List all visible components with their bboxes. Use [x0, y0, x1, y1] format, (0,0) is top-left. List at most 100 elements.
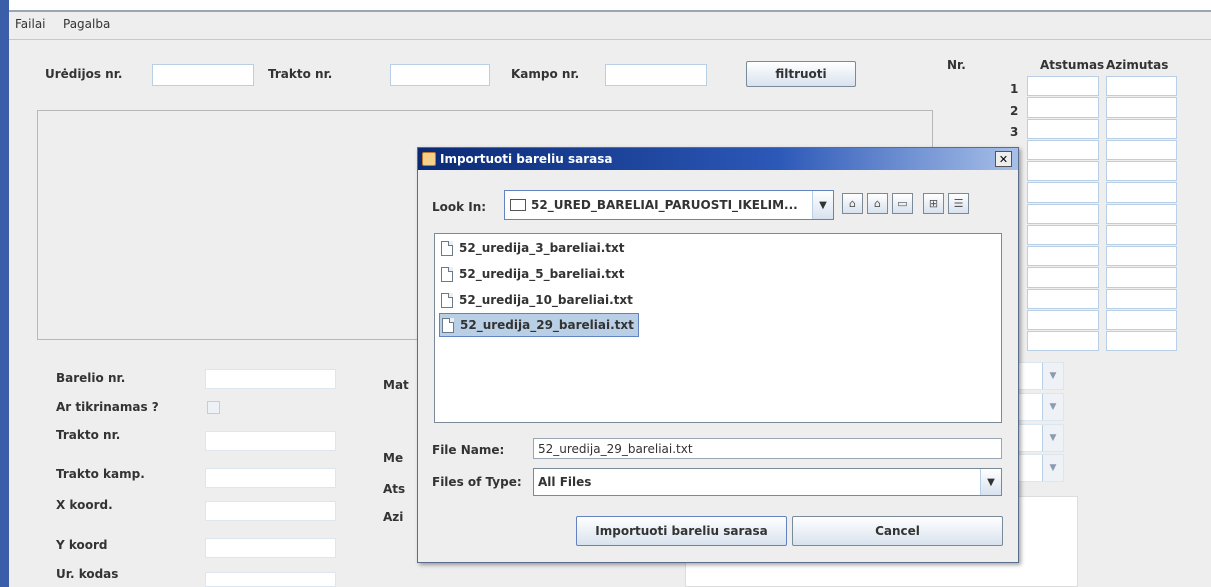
chevron-down-icon[interactable]: ▼ — [812, 191, 833, 219]
atstumas-cell[interactable] — [1027, 203, 1099, 224]
mid-label-azi: Azi — [383, 510, 404, 524]
azimutas-cell[interactable] — [1106, 267, 1177, 288]
atstumas-cell[interactable] — [1027, 288, 1099, 309]
atstumas-cell[interactable] — [1027, 224, 1099, 245]
menu-item-pagalba[interactable]: Pagalba — [63, 17, 110, 31]
file-item[interactable]: 52_uredija_10_bareliai.txt — [439, 288, 637, 312]
row-number-2: 2 — [1010, 104, 1019, 118]
chevron-down-icon[interactable]: ▼ — [1042, 425, 1063, 451]
atstumas-cell[interactable] — [1027, 161, 1099, 182]
file-name-label: File Name: — [432, 443, 505, 457]
x-coord-label: X koord. — [56, 498, 113, 512]
dialog-title-bar[interactable]: Importuoti bareliu sarasa ✕ — [418, 148, 1018, 170]
file-list[interactable]: 52_uredija_3_bareliai.txt 52_uredija_5_b… — [434, 233, 1002, 423]
tikrinamas-checkbox[interactable] — [207, 401, 220, 414]
import-dialog: Importuoti bareliu sarasa ✕ Look In: 52_… — [417, 147, 1019, 563]
trakto-filter-label: Trakto nr. — [268, 67, 333, 81]
atstumas-cell[interactable] — [1027, 246, 1099, 267]
chevron-down-icon[interactable]: ▼ — [1042, 455, 1063, 481]
row-number-1: 1 — [1010, 82, 1019, 96]
import-button[interactable]: Importuoti bareliu sarasa — [576, 516, 787, 546]
azimutas-cell[interactable] — [1106, 161, 1177, 182]
files-of-type-value: All Files — [538, 475, 592, 489]
azimutas-header: Azimutas — [1106, 58, 1169, 72]
azimutas-column — [1106, 76, 1177, 352]
atstumas-cell[interactable] — [1027, 331, 1099, 352]
atstumas-cell[interactable] — [1027, 267, 1099, 288]
x-coord-input[interactable] — [205, 501, 336, 521]
file-name: 52_uredija_29_bareliai.txt — [460, 318, 634, 332]
atstumas-cell[interactable] — [1027, 309, 1099, 330]
mid-label-ats: Ats — [383, 482, 406, 496]
new-folder-icon[interactable]: ▭ — [892, 193, 913, 214]
list-view-icon[interactable]: ⊞ — [923, 193, 944, 214]
cancel-button[interactable]: Cancel — [792, 516, 1003, 546]
azimutas-cell[interactable] — [1106, 224, 1177, 245]
uredija-input[interactable] — [152, 64, 254, 86]
ur-kodas-input[interactable] — [205, 572, 336, 587]
atstumas-cell[interactable] — [1027, 118, 1099, 139]
file-item-selected[interactable]: 52_uredija_29_bareliai.txt — [439, 313, 639, 337]
look-in-combo[interactable]: 52_URED_BARELIAI_PARUOSTI_IKELIM... ▼ — [504, 190, 834, 220]
azimutas-cell[interactable] — [1106, 76, 1177, 97]
azimutas-cell[interactable] — [1106, 288, 1177, 309]
file-item[interactable]: 52_uredija_3_bareliai.txt — [439, 236, 629, 260]
trakto-input[interactable] — [205, 431, 336, 451]
azimutas-cell[interactable] — [1106, 97, 1177, 118]
atstumas-cell[interactable] — [1027, 97, 1099, 118]
file-name: 52_uredija_3_bareliai.txt — [459, 241, 625, 255]
atstumas-cell[interactable] — [1027, 182, 1099, 203]
azimutas-cell[interactable] — [1106, 139, 1177, 160]
azimutas-cell[interactable] — [1106, 246, 1177, 267]
chevron-down-icon[interactable]: ▼ — [1042, 363, 1063, 389]
chevron-down-icon[interactable]: ▼ — [1042, 394, 1063, 420]
files-of-type-combo[interactable]: All Files ▼ — [533, 468, 1002, 496]
trakto-label: Trakto nr. — [56, 428, 121, 442]
ur-kodas-label: Ur. kodas — [56, 567, 119, 581]
java-cup-icon — [422, 152, 436, 166]
kampo-input[interactable] — [605, 64, 707, 86]
atstumas-cell[interactable] — [1027, 139, 1099, 160]
home-icon[interactable]: ⌂ — [867, 193, 888, 214]
filter-button[interactable]: filtruoti — [746, 61, 856, 87]
document-icon — [441, 266, 453, 282]
look-in-value: 52_URED_BARELIAI_PARUOSTI_IKELIM... — [531, 198, 798, 212]
file-name-input[interactable]: 52_uredija_29_bareliai.txt — [533, 438, 1002, 459]
mid-label-me: Me — [383, 451, 404, 465]
azimutas-cell[interactable] — [1106, 203, 1177, 224]
azimutas-cell[interactable] — [1106, 331, 1177, 352]
file-name: 52_uredija_5_bareliai.txt — [459, 267, 625, 281]
file-name-value: 52_uredija_29_bareliai.txt — [538, 442, 693, 456]
trakto-kamp-input[interactable] — [205, 468, 336, 488]
window-top-border — [9, 0, 1211, 12]
atstumas-header: Atstumas — [1040, 58, 1105, 72]
tikrinamas-label: Ar tikrinamas ? — [56, 400, 159, 414]
dialog-title: Importuoti bareliu sarasa — [440, 152, 613, 166]
mid-label-mat: Mat — [383, 378, 409, 392]
menu-bar: Failai Pagalba — [9, 12, 1211, 40]
up-folder-icon[interactable]: ⌂ — [842, 193, 863, 214]
look-in-label: Look In: — [432, 200, 486, 214]
details-view-icon[interactable]: ☰ — [948, 193, 969, 214]
trakto-filter-input[interactable] — [390, 64, 490, 86]
atstumas-column — [1027, 76, 1099, 352]
trakto-kamp-label: Trakto kamp. — [56, 467, 145, 481]
file-name: 52_uredija_10_bareliai.txt — [459, 293, 633, 307]
atstumas-cell[interactable] — [1027, 76, 1099, 97]
chevron-down-icon[interactable]: ▼ — [980, 469, 1001, 495]
azimutas-cell[interactable] — [1106, 118, 1177, 139]
file-item[interactable]: 52_uredija_5_bareliai.txt — [439, 262, 629, 286]
folder-icon — [510, 199, 526, 211]
barelio-label: Barelio nr. — [56, 371, 126, 385]
barelio-input[interactable] — [205, 369, 336, 389]
document-icon — [441, 292, 453, 308]
document-icon — [441, 240, 453, 256]
y-coord-input[interactable] — [205, 538, 336, 558]
menu-item-failai[interactable]: Failai — [15, 17, 46, 31]
azimutas-cell[interactable] — [1106, 182, 1177, 203]
y-coord-label: Y koord — [56, 538, 108, 552]
kampo-label: Kampo nr. — [511, 67, 580, 81]
document-icon — [442, 317, 454, 333]
close-icon[interactable]: ✕ — [995, 151, 1012, 167]
azimutas-cell[interactable] — [1106, 309, 1177, 330]
